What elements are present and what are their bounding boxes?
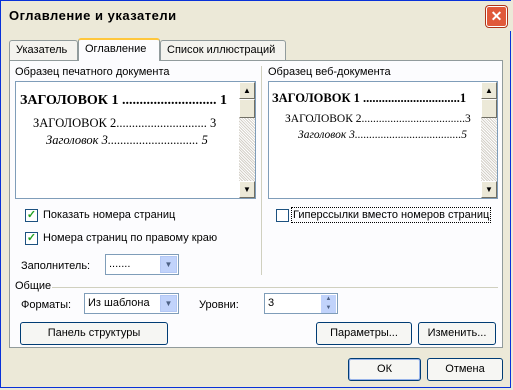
right-align-checkbox[interactable]: ✓	[25, 232, 38, 245]
formats-select[interactable]: Из шаблона ▼	[84, 293, 179, 314]
right-align-label[interactable]: Номера страниц по правому краю	[43, 232, 217, 244]
web-preview-line-1: ЗАГОЛОВОК 1 ............................…	[272, 91, 467, 105]
print-preview-line-3: Заголовок 3.............................…	[46, 133, 208, 147]
parameters-button[interactable]: Параметры...	[316, 322, 412, 345]
scroll-down-icon[interactable]: ▼	[481, 181, 497, 198]
scroll-up-icon[interactable]: ▲	[481, 82, 497, 99]
formats-value: Из шаблона	[88, 297, 150, 309]
scroll-up-icon[interactable]: ▲	[239, 82, 255, 99]
outline-panel-button[interactable]: Панель структуры	[20, 322, 168, 345]
tab-figures[interactable]: Список иллюстраций	[160, 40, 286, 60]
web-preview-label: Образец веб-документа	[268, 66, 391, 78]
scroll-thumb[interactable]	[481, 99, 497, 118]
leader-label: Заполнитель:	[21, 260, 91, 272]
print-preview-scrollbar[interactable]: ▲ ▼	[239, 82, 255, 198]
web-preview-line-2: ЗАГОЛОВОК 2.............................…	[285, 113, 471, 125]
levels-label: Уровни:	[199, 299, 239, 311]
modify-button[interactable]: Изменить...	[418, 322, 496, 345]
chevron-down-icon[interactable]: ▼	[160, 256, 177, 273]
hyperlinks-checkbox[interactable]	[276, 209, 289, 222]
scroll-track[interactable]	[481, 118, 497, 181]
spin-up-icon[interactable]: ▲	[321, 295, 336, 304]
print-preview-line-1: ЗАГОЛОВОК 1 ........................... …	[20, 93, 227, 108]
general-group-label: Общие	[15, 280, 52, 292]
cancel-button[interactable]: Отмена	[427, 358, 503, 381]
web-preview-line-3: Заголовок 3.............................…	[298, 129, 468, 141]
chevron-down-icon[interactable]: ▼	[160, 295, 177, 312]
scroll-down-icon[interactable]: ▼	[239, 181, 255, 198]
tab-toc[interactable]: Оглавление	[78, 38, 160, 61]
ok-button[interactable]: ОК	[348, 358, 421, 381]
print-preview-box: ЗАГОЛОВОК 1 ........................... …	[15, 81, 256, 199]
web-preview-scrollbar[interactable]: ▲ ▼	[481, 82, 497, 198]
title-bar: Оглавление и указатели ✕	[1, 1, 512, 31]
leader-select[interactable]: ....... ▼	[105, 254, 179, 275]
hyperlinks-label[interactable]: Гиперссылки вместо номеров страниц	[290, 207, 492, 223]
scroll-track[interactable]	[239, 118, 255, 181]
close-icon[interactable]: ✕	[486, 6, 507, 27]
print-preview-label: Образец печатного документа	[15, 66, 170, 78]
levels-spinner[interactable]: 3 ▲ ▼	[264, 293, 338, 314]
levels-value[interactable]: 3	[268, 297, 274, 309]
print-preview-line-2: ЗАГОЛОВОК 2.............................…	[33, 116, 217, 130]
spin-down-icon[interactable]: ▼	[321, 304, 336, 313]
web-preview-box: ЗАГОЛОВОК 1 ............................…	[268, 81, 498, 199]
dialog-title: Оглавление и указатели	[9, 8, 177, 23]
scroll-thumb[interactable]	[239, 99, 255, 118]
leader-value: .......	[109, 258, 131, 270]
show-page-numbers-label[interactable]: Показать номера страниц	[43, 209, 175, 221]
general-group-line	[52, 287, 498, 288]
dialog-window: Оглавление и указатели ✕ Указатель Оглав…	[0, 0, 512, 388]
tab-panel: Образец печатного документа ЗАГОЛОВОК 1 …	[9, 60, 503, 348]
formats-label: Форматы:	[21, 299, 72, 311]
column-divider	[261, 66, 262, 275]
show-page-numbers-checkbox[interactable]: ✓	[25, 209, 38, 222]
tab-index[interactable]: Указатель	[9, 40, 78, 60]
